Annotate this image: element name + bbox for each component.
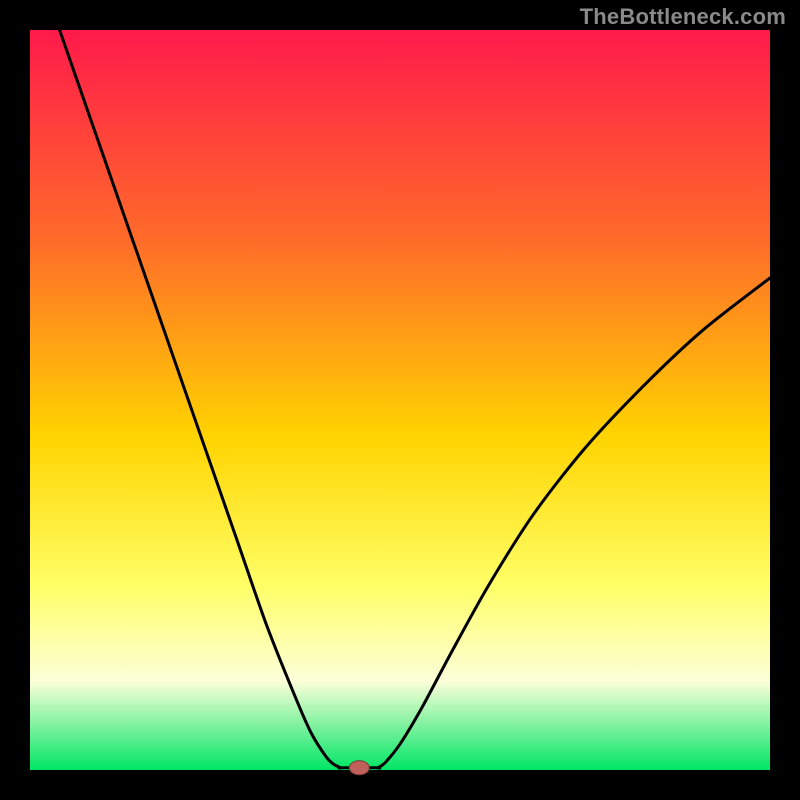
minimum-marker (349, 761, 369, 775)
chart-frame: TheBottleneck.com (0, 0, 800, 800)
plot-background (30, 30, 770, 770)
bottleneck-chart (0, 0, 800, 800)
